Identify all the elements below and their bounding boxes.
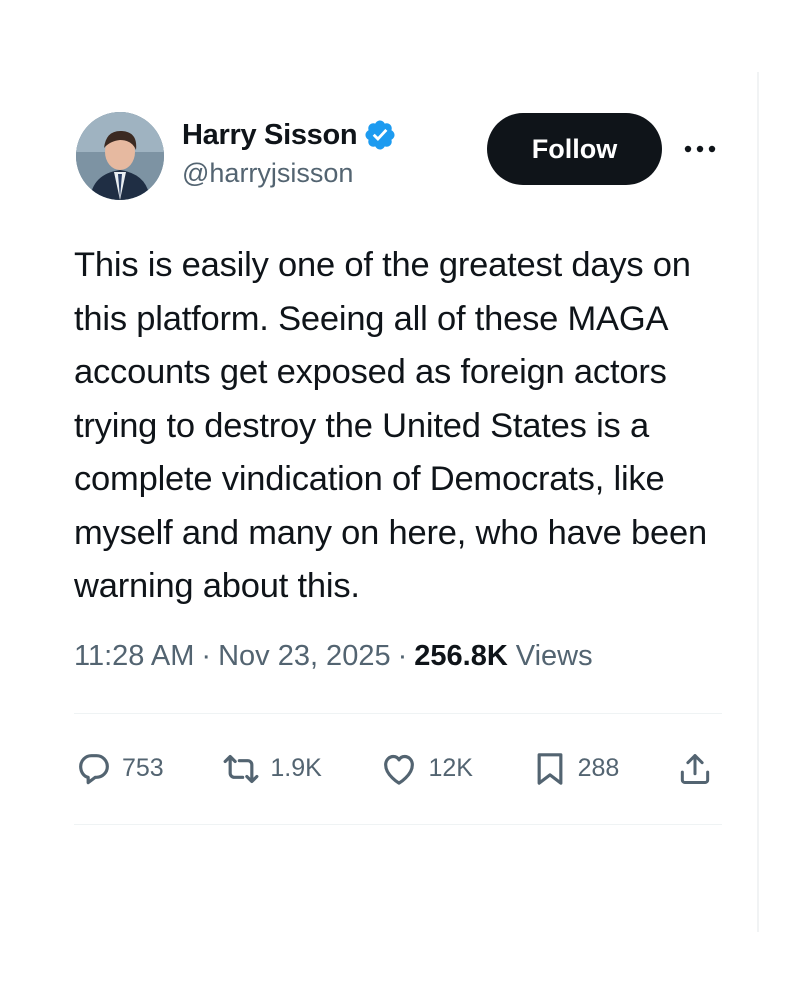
share-icon [680,753,710,784]
repost-count: 1.9K [270,754,322,782]
display-name[interactable]: Harry Sisson [182,119,358,152]
bookmark-button[interactable]: 288 [530,748,620,790]
reply-count: 753 [122,754,164,782]
heart-icon [384,754,415,785]
tweet-meta: 11:28 AM · Nov 23, 2025 · 256.8K Views [74,640,722,673]
meta-separator: · [397,639,408,672]
author-block: Harry Sisson @harryjsisson [182,115,397,189]
repost-button[interactable]: 1.9K [220,749,322,789]
avatar-image [76,112,164,200]
reply-icon [79,753,109,784]
verified-badge-icon[interactable] [363,118,397,152]
views-count: 256.8K [414,639,508,672]
meta-separator: · [201,639,212,672]
bookmark-count: 288 [577,754,620,782]
like-count: 12K [428,754,473,782]
name-row: Harry Sisson [182,115,397,155]
tweet-date[interactable]: Nov 23, 2025 [218,640,391,673]
tweet-card: Harry Sisson @harryjsisson Follow This i… [74,105,722,825]
tweet-text: This is easily one of the greatest days … [74,246,707,605]
tweet-time[interactable]: 11:28 AM [74,640,194,673]
divider [74,823,722,825]
bookmark-icon [537,752,563,785]
share-button[interactable] [676,749,714,789]
more-options-icon[interactable] [680,131,720,167]
avatar[interactable] [76,112,164,200]
reply-button[interactable]: 753 [74,749,164,789]
repost-icon [223,754,259,783]
views-label: Views [515,639,593,672]
action-bar: 753 1.9K 12K 288 [74,714,714,824]
follow-button[interactable]: Follow [487,113,662,185]
like-button[interactable]: 12K [378,749,473,789]
tweet-header: Harry Sisson @harryjsisson Follow [74,105,722,205]
panel-edge [757,72,759,932]
author-handle[interactable]: @harryjsisson [182,158,397,189]
